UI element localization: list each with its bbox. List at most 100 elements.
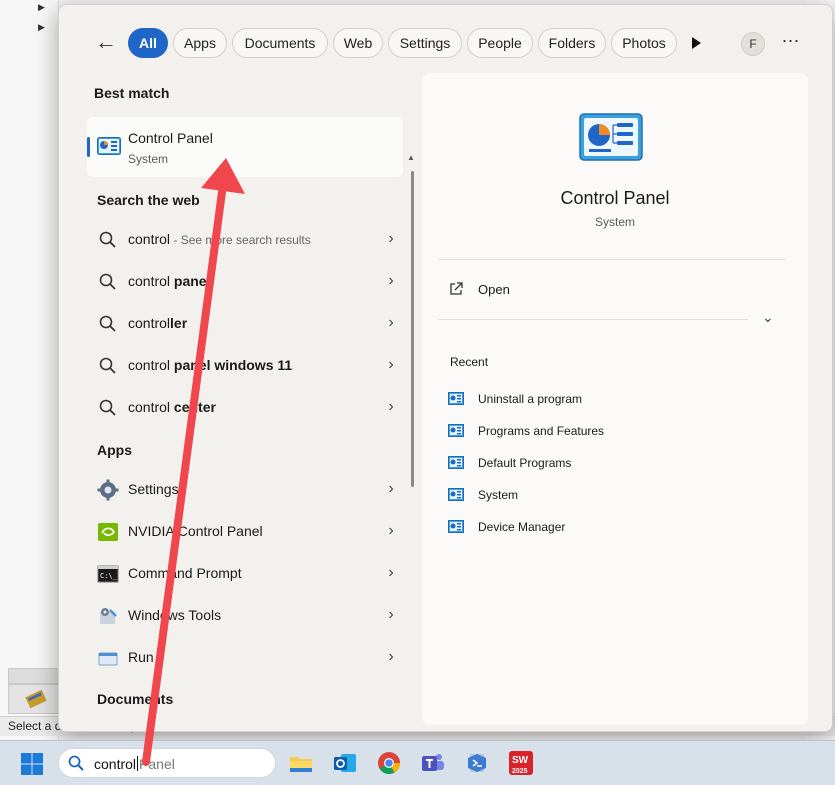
background-toolbar [8, 684, 60, 714]
text-caret [137, 756, 139, 771]
account-avatar[interactable]: F [741, 32, 765, 56]
suggestion-typed: control [128, 357, 171, 373]
recent-item-label: Default Programs [478, 456, 572, 470]
control-panel-icon [97, 137, 121, 155]
results-list: Best match Control Panel System Search t… [59, 75, 417, 784]
app-result-nvidia[interactable]: NVIDIA Control Panel › [97, 514, 397, 550]
scroll-up-icon[interactable]: ▲ [407, 153, 415, 162]
search-query: control Panel [94, 756, 175, 772]
chevron-right-icon[interactable]: › [385, 648, 397, 666]
tree-expand-icon[interactable]: ▶ [38, 22, 45, 33]
chrome-icon[interactable] [376, 750, 402, 776]
suggestion-rest: panel windows 11 [170, 357, 293, 373]
preview-title: Control Panel [560, 188, 670, 208]
filter-photos[interactable]: Photos [611, 28, 677, 58]
chevron-right-icon[interactable]: › [385, 272, 397, 290]
tools-icon [100, 608, 117, 624]
open-action[interactable]: Open [448, 279, 648, 301]
best-match-heading: Best match [94, 85, 170, 101]
app-result-label: Command Prompt [128, 565, 242, 581]
control-panel-icon [448, 392, 464, 405]
recent-item[interactable]: Uninstall a program [448, 389, 748, 411]
selection-indicator [87, 137, 90, 157]
recent-item-label: System [478, 488, 519, 502]
more-options-icon[interactable]: ⋯ [779, 31, 803, 55]
app-result-settings[interactable]: Settings › [97, 472, 397, 508]
recent-item[interactable]: Default Programs [448, 453, 748, 475]
filter-folders[interactable]: Folders [538, 28, 606, 58]
filter-people[interactable]: People [467, 28, 533, 58]
chevron-right-icon[interactable]: › [385, 480, 397, 498]
visual-studio-icon[interactable] [464, 750, 490, 776]
preview-pane: Control Panel System Open ⌄ Recent Unins… [422, 73, 808, 725]
back-button[interactable]: ← [93, 29, 119, 55]
background-ruler [8, 668, 60, 684]
chevron-right-icon[interactable]: › [385, 522, 397, 540]
outlook-icon[interactable] [332, 750, 358, 776]
recent-item[interactable]: Device Manager [448, 517, 748, 539]
chevron-right-icon[interactable]: › [385, 314, 397, 332]
recent-item-label: Device Manager [478, 520, 566, 534]
search-icon [99, 357, 116, 374]
chevron-right-icon[interactable]: › [385, 230, 397, 248]
windows-start-icon[interactable] [20, 752, 44, 776]
chevron-right-icon[interactable]: › [385, 356, 397, 374]
app-result-command-prompt[interactable]: C:\_ Command Prompt › [97, 556, 397, 592]
taskbar: control Panel SW 2025 [0, 740, 835, 785]
apps-heading: Apps [97, 442, 132, 458]
search-web-heading: Search the web [97, 192, 200, 208]
filter-all[interactable]: All [128, 28, 168, 58]
web-suggestion[interactable]: control panel windows 11 › [97, 348, 397, 384]
recent-item[interactable]: System [448, 485, 748, 507]
chevron-right-icon[interactable]: › [385, 564, 397, 582]
gear-icon [97, 479, 119, 501]
chevron-down-icon[interactable]: ⌄ [762, 309, 774, 326]
web-suggestion[interactable]: control panel › [97, 264, 397, 300]
app-result-label: Settings [128, 481, 179, 497]
taskbar-search-input[interactable]: control Panel [58, 748, 276, 778]
filter-apps[interactable]: Apps [173, 28, 227, 58]
chevron-right-icon[interactable]: › [385, 398, 397, 416]
solidworks-badge: 2025 [512, 768, 528, 775]
best-match-card[interactable]: Control Panel System [87, 117, 403, 177]
tree-expand-icon[interactable]: ▶ [38, 2, 45, 13]
control-panel-icon [448, 424, 464, 437]
control-panel-large-icon [579, 113, 643, 161]
app-result-run[interactable]: Run › [97, 640, 397, 676]
search-autocomplete: Panel [139, 756, 175, 772]
solidworks-icon[interactable]: SW 2025 [508, 750, 534, 776]
scrollbar-thumb[interactable] [411, 171, 414, 487]
suggestion-rest: panel [170, 273, 211, 289]
search-icon [99, 231, 116, 248]
suggestion-typed: control [128, 273, 171, 289]
suggestion-rest: ler [170, 315, 188, 331]
terminal-icon: C:\_ [97, 565, 119, 583]
suggestion-hint: - See more search results [170, 233, 311, 247]
recent-item-label: Programs and Features [478, 424, 605, 438]
teams-icon[interactable] [420, 750, 446, 776]
svg-text:SW: SW [512, 755, 529, 766]
toolbar-tool-icon[interactable] [9, 685, 59, 713]
best-match-subtitle: System [128, 152, 169, 166]
suggestion-typed: control [128, 231, 171, 247]
open-external-icon [450, 282, 463, 295]
best-match-title: Control Panel [128, 130, 213, 146]
app-result-windows-tools[interactable]: Windows Tools › [97, 598, 397, 634]
recent-heading: Recent [450, 355, 489, 369]
recent-item[interactable]: Programs and Features [448, 421, 748, 443]
web-suggestion[interactable]: controller › [97, 306, 397, 342]
control-panel-icon [448, 520, 464, 533]
web-suggestion[interactable]: control center › [97, 390, 397, 426]
chevron-right-icon[interactable]: › [385, 606, 397, 624]
filter-web[interactable]: Web [333, 28, 383, 58]
suggestion-typed: control [128, 315, 171, 331]
more-filters-play-icon[interactable] [689, 35, 703, 51]
filter-documents[interactable]: Documents [232, 28, 328, 58]
suggestion-rest: center [170, 399, 216, 415]
filter-settings[interactable]: Settings [388, 28, 462, 58]
web-suggestion[interactable]: control - See more search results › [97, 222, 397, 258]
file-explorer-icon[interactable] [288, 750, 314, 776]
nvidia-icon [98, 523, 118, 541]
recent-item-label: Uninstall a program [478, 392, 583, 406]
divider [438, 259, 786, 260]
